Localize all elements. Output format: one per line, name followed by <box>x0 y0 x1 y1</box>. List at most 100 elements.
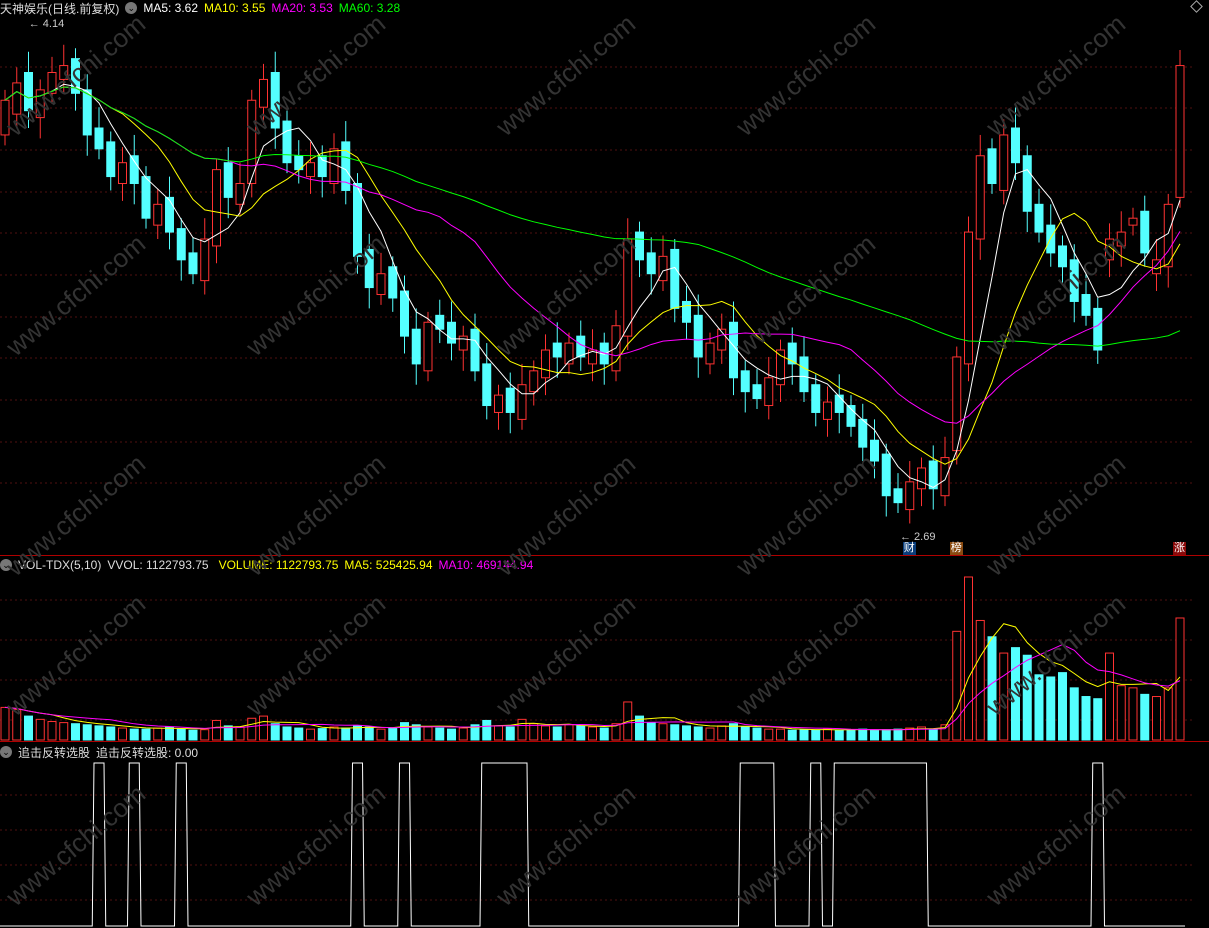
volume-bar <box>752 727 762 741</box>
volume-bar <box>376 728 386 741</box>
volume-bar <box>787 729 797 741</box>
candle-body <box>693 314 703 358</box>
volume-bar <box>400 722 409 741</box>
candle-body <box>576 335 586 358</box>
candle-body <box>353 183 362 257</box>
volume-bar <box>588 726 597 741</box>
volume-bar <box>999 652 1009 741</box>
volume-bar <box>59 722 69 741</box>
volume-bar <box>1105 652 1114 741</box>
candle-body <box>388 266 398 299</box>
volume-bar <box>0 706 10 741</box>
event-marker[interactable]: 财 <box>902 542 916 555</box>
volume-bar <box>811 729 821 741</box>
candle-body <box>1022 155 1032 212</box>
ma-header-item: MA10: 3.55 <box>204 1 266 15</box>
candle-body <box>1058 245 1067 268</box>
volume-bar <box>118 727 127 741</box>
candle-body <box>682 300 691 323</box>
volume-bar <box>682 725 691 741</box>
candle-body <box>1140 210 1150 254</box>
candle-body <box>975 155 985 240</box>
stock-chart[interactable]: ← 4.14← 2.69 <box>0 0 1209 928</box>
candle-body <box>329 148 339 185</box>
volume-bar <box>1128 687 1138 741</box>
volume-bar <box>646 722 656 741</box>
candle-body <box>176 228 186 261</box>
volume-bar <box>341 727 351 741</box>
candle-body <box>259 78 268 108</box>
volume-bar <box>141 728 151 741</box>
volume-bar <box>670 724 680 741</box>
candle-body <box>1116 231 1126 247</box>
candle-body <box>811 384 821 413</box>
volume-bar <box>388 727 398 741</box>
vol-indicator-name: VOL-TDX(5,10) <box>18 558 102 572</box>
candle-body <box>235 183 245 205</box>
volume-value: VOLUME: 1122793.75 <box>218 558 339 572</box>
volume-bar <box>259 715 268 741</box>
volume-bar <box>658 723 668 741</box>
candle-body <box>35 89 45 119</box>
volume-bar <box>705 727 715 741</box>
volume-bar <box>458 727 468 741</box>
volume-bar <box>212 719 221 741</box>
volume-bar <box>1116 685 1126 741</box>
candle-body <box>118 162 127 185</box>
volume-bar <box>823 728 832 741</box>
candle-body <box>482 363 492 407</box>
vol-ma5-value: MA5: 525425.94 <box>344 558 433 572</box>
dropdown-icon[interactable]: ⌄ <box>0 746 12 758</box>
candle-body <box>670 248 680 309</box>
candle-body <box>1175 65 1185 198</box>
candle-body <box>411 328 421 365</box>
volume-bar <box>1093 698 1103 741</box>
event-marker[interactable]: 涨 <box>1173 542 1186 555</box>
volume-bar <box>176 728 186 741</box>
candle-body <box>458 335 468 351</box>
volume-bar <box>740 726 750 741</box>
candle-body <box>893 488 903 504</box>
volume-bar <box>129 728 139 741</box>
volume-bar <box>858 728 868 741</box>
candle-body <box>1069 259 1079 302</box>
event-marker[interactable]: 榜 <box>949 542 963 555</box>
volume-bar <box>317 728 327 741</box>
volume-bar <box>235 726 245 741</box>
volume-bar <box>870 729 879 741</box>
volume-bar <box>153 727 163 741</box>
candle-body <box>94 127 104 150</box>
candle-body <box>646 252 656 275</box>
volume-bar <box>306 728 315 741</box>
price-panel-header: 天神娱乐(日线.前复权) ⌄ MA5: 3.62 MA10: 3.55 MA20: … <box>0 0 406 16</box>
candle-body <box>12 82 22 115</box>
candle-body <box>928 460 938 490</box>
candle-body <box>517 384 527 420</box>
candle-body <box>59 65 69 80</box>
volume-bar <box>364 726 374 741</box>
dropdown-icon[interactable]: ⌄ <box>125 2 138 14</box>
dropdown-icon[interactable]: ⌄ <box>0 559 12 571</box>
volume-bar <box>928 728 938 741</box>
volume-bar <box>776 728 785 741</box>
volume-bar <box>329 726 339 741</box>
volume-bar <box>294 727 304 741</box>
candle-body <box>165 196 174 233</box>
volume-bar <box>881 729 891 741</box>
volume-bar <box>764 728 774 741</box>
volume-bar <box>1046 676 1056 741</box>
volume-bar <box>247 717 257 741</box>
candle-body <box>799 356 809 393</box>
candle-body <box>764 377 774 407</box>
signal-line <box>0 762 1185 927</box>
candle-body <box>376 273 386 296</box>
volume-bar <box>1058 672 1067 741</box>
candle-body <box>423 321 433 372</box>
volume-bar <box>529 723 539 741</box>
candle-body <box>541 349 550 379</box>
volume-bar <box>12 709 22 741</box>
volume-bar <box>1163 687 1173 741</box>
volume-bar <box>799 729 809 741</box>
candle-body <box>223 162 233 198</box>
candle-body <box>447 321 456 344</box>
